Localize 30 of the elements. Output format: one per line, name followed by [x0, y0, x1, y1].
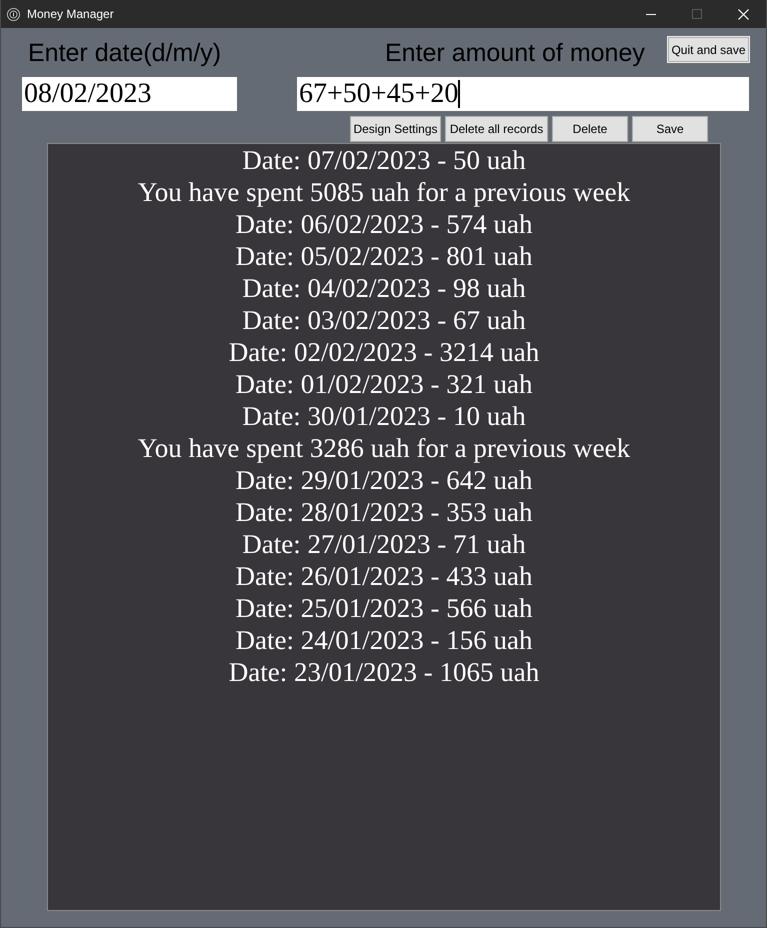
record-line: Date: 05/02/2023 - 801 uah: [236, 240, 532, 272]
record-line: Date: 06/02/2023 - 574 uah: [236, 208, 532, 240]
record-line: Date: 30/01/2023 - 10 uah: [242, 400, 526, 432]
action-button[interactable]: Design Settings: [350, 116, 441, 142]
date-label: Enter date(d/m/y): [28, 39, 222, 67]
record-line: Date: 25/01/2023 - 566 uah: [236, 592, 532, 624]
record-line: Date: 28/01/2023 - 353 uah: [236, 496, 532, 528]
record-line: You have spent 3286 uah for a previous week: [138, 432, 630, 464]
close-icon: [738, 8, 748, 20]
record-line: Date: 29/01/2023 - 642 uah: [236, 464, 532, 496]
record-line: You have spent 5085 uah for a previous week: [138, 176, 630, 208]
window-title: Money Manager: [27, 6, 114, 23]
record-line: Date: 04/02/2023 - 98 uah: [242, 272, 526, 304]
record-line: Date: 02/02/2023 - 3214 uah: [228, 336, 540, 368]
record-line: Date: 01/02/2023 - 321 uah: [236, 368, 532, 400]
maximize-icon: [692, 9, 702, 19]
record-line: Date: 03/02/2023 - 67 uah: [242, 304, 526, 336]
action-button[interactable]: Save: [632, 116, 708, 142]
record-line: Date: 26/01/2023 - 433 uah: [236, 560, 532, 592]
action-button[interactable]: Delete all records: [445, 116, 548, 142]
record-line: Date: 27/01/2023 - 71 uah: [242, 528, 526, 560]
ring-icon: [7, 8, 20, 20]
quit-and-save-button[interactable]: Quit and save: [668, 37, 749, 62]
action-button[interactable]: Delete: [552, 116, 628, 142]
amount-input[interactable]: 67+50+45+20: [297, 77, 749, 111]
record-line: Date: 24/01/2023 - 156 uah: [236, 624, 532, 656]
record-line: Date: 23/01/2023 - 1065 uah: [228, 656, 540, 688]
record-line: Date: 07/02/2023 - 50 uah: [242, 144, 526, 176]
date-input[interactable]: 08/02/2023: [22, 77, 237, 111]
amount-label: Enter amount of money: [385, 39, 645, 67]
